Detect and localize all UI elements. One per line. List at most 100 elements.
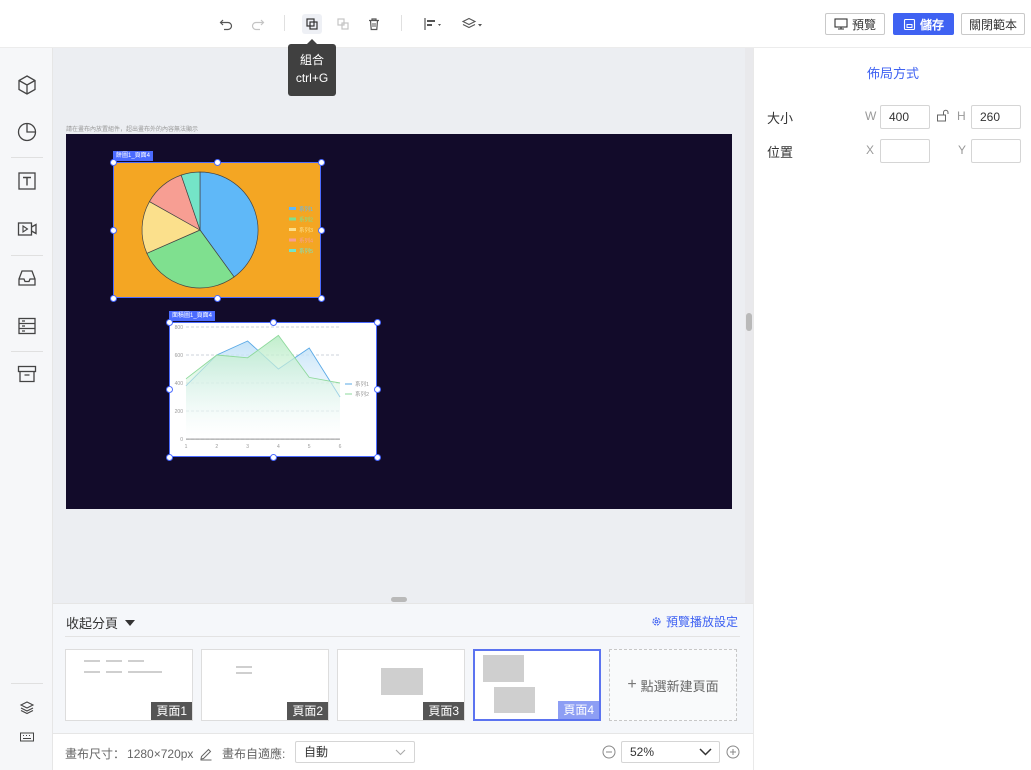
page-thumb-label: 頁面3 (423, 702, 464, 720)
top-toolbar: 預覽 儲存 關閉範本 (0, 0, 1031, 48)
canvas-size-label: 畫布尺寸： (65, 747, 126, 761)
ungroup-icon[interactable] (333, 14, 353, 34)
redo-icon[interactable] (248, 14, 268, 34)
properties-panel: 佈局方式 大小 W 400 H 260 位置 X Y (753, 48, 1031, 770)
preview-settings-label: 預覽播放設定 (665, 615, 738, 629)
preview-settings-link[interactable]: 預覽播放設定 (651, 613, 738, 630)
save-button[interactable]: 儲存 (893, 13, 954, 35)
width-label: W (865, 109, 877, 123)
pages-panel: 收起分頁 預覽播放設定 頁面1 頁面2 頁面3 頁面4 + 點選新建頁面 (53, 597, 753, 733)
inbox-icon[interactable] (8, 258, 46, 298)
y-label: Y (958, 143, 967, 157)
resize-handle[interactable] (270, 319, 277, 326)
undo-icon[interactable] (216, 14, 236, 34)
page-thumb-4[interactable]: 頁面4 (473, 649, 601, 721)
toolbar-divider (284, 15, 285, 31)
zoom-in-icon[interactable] (726, 745, 740, 762)
sidebar-divider (11, 683, 43, 684)
page-thumb-label: 頁面2 (287, 702, 328, 720)
sidebar-divider (11, 255, 43, 256)
group-icon[interactable] (302, 14, 322, 34)
page-thumb-3[interactable]: 頁面3 (337, 649, 465, 721)
canvas-hint: 請在畫布內放置組件，超出畫布外的內容無法顯示 (66, 127, 199, 133)
editor-app: 預覽 儲存 關閉範本 組合 ctrl+G 請在畫布內放置組件，超出畫布外的內容無… (0, 0, 1031, 770)
layout-mode-title[interactable]: 佈局方式 (754, 63, 1031, 82)
collapse-pages-toggle[interactable]: 收起分頁 (66, 613, 136, 632)
canvas-stage[interactable]: 餅圖1_頁面4 系列1 系列2 系列3 系列4 系列5 面積圖1_頁面4 0 200 400… (66, 134, 732, 509)
element-tag: 面積圖1_頁面4 (169, 311, 216, 321)
page-thumb-label: 頁面4 (558, 701, 599, 719)
pie-selection-box (113, 162, 321, 298)
pages-resize-handle[interactable] (391, 597, 407, 602)
save-label: 儲存 (919, 17, 944, 32)
resize-handle[interactable] (374, 454, 381, 461)
resize-handle[interactable] (110, 227, 117, 234)
tooltip-title: 組合 (299, 53, 324, 67)
resize-handle[interactable] (318, 295, 325, 302)
canvas-fit-label: 畫布自適應: (222, 747, 286, 761)
element-tag: 餅圖1_頁面4 (113, 151, 154, 161)
width-input[interactable]: 400 (880, 105, 930, 129)
caret-down-icon (125, 619, 136, 626)
status-bar: 畫布尺寸： 1280×720px 畫布自適應: 自動 52% (53, 733, 753, 770)
collapse-pages-label: 收起分頁 (66, 616, 119, 631)
resize-handle[interactable] (318, 227, 325, 234)
tooltip-shortcut: ctrl+G (295, 71, 329, 85)
canvas-scrollbar-thumb[interactable] (746, 313, 752, 331)
resize-handle[interactable] (166, 454, 173, 461)
toolbar-divider (401, 15, 402, 31)
resize-handle[interactable] (110, 295, 117, 302)
preview-label: 預覽 (851, 17, 876, 32)
keyboard-icon[interactable] (8, 723, 46, 751)
gear-icon (652, 617, 661, 626)
canvas-fit-select[interactable]: 自動 (295, 741, 415, 763)
resize-handle[interactable] (166, 319, 173, 326)
zoom-select[interactable]: 52% (621, 741, 720, 763)
resize-handle[interactable] (110, 159, 117, 166)
resize-handle[interactable] (374, 386, 381, 393)
zoom-value: 52% (630, 745, 655, 759)
lock-ratio-icon[interactable] (936, 109, 949, 125)
y-input[interactable] (971, 139, 1021, 163)
layers-icon[interactable] (460, 14, 486, 34)
height-label: H (957, 109, 966, 123)
save-icon (903, 18, 916, 30)
pages-divider (65, 636, 740, 637)
sidebar-divider (11, 351, 43, 352)
resize-handle[interactable] (214, 295, 221, 302)
group-tooltip: 組合 ctrl+G (288, 39, 336, 96)
zoom-out-icon[interactable] (602, 745, 616, 762)
resize-handle[interactable] (374, 319, 381, 326)
cube-icon[interactable] (8, 65, 46, 105)
page-thumb-1[interactable]: 頁面1 (65, 649, 193, 721)
x-input[interactable] (880, 139, 930, 163)
resize-handle[interactable] (166, 386, 173, 393)
preview-button[interactable]: 預覽 (825, 13, 885, 35)
text-icon[interactable] (8, 161, 46, 201)
canvas-fit-value: 自動 (304, 745, 329, 759)
new-page-button[interactable]: + 點選新建頁面 (609, 649, 737, 721)
layers-panel-icon[interactable] (8, 693, 46, 723)
position-label: 位置 (767, 145, 794, 160)
page-thumb-label: 頁面1 (151, 702, 192, 720)
resize-handle[interactable] (214, 159, 221, 166)
video-icon[interactable] (8, 209, 46, 249)
height-input[interactable]: 260 (971, 105, 1021, 129)
close-template-button[interactable]: 關閉範本 (961, 13, 1025, 35)
edit-pencil-icon[interactable] (199, 747, 213, 761)
pie-chart-icon[interactable] (8, 112, 46, 152)
resize-handle[interactable] (270, 454, 277, 461)
canvas-size-value: 1280×720px (127, 746, 194, 761)
component-sidebar (0, 48, 53, 770)
new-page-label: 點選新建頁面 (640, 678, 719, 694)
trash-icon[interactable] (364, 14, 384, 34)
align-icon[interactable] (422, 14, 446, 34)
list-icon[interactable] (8, 306, 46, 346)
x-label: X (866, 143, 875, 157)
page-thumb-2[interactable]: 頁面2 (201, 649, 329, 721)
size-label: 大小 (767, 111, 794, 126)
resize-handle[interactable] (318, 159, 325, 166)
sidebar-divider (11, 157, 43, 158)
archive-icon[interactable] (8, 354, 46, 394)
chevron-down-icon (395, 749, 406, 756)
